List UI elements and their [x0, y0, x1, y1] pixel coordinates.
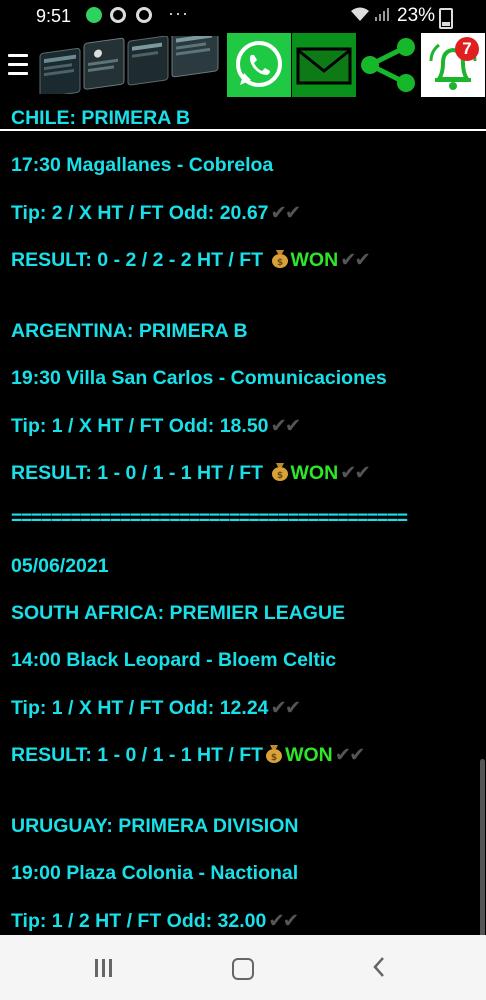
tip-line: Tip: 2 / X HT / FT Odd: 20.67 ✔✔ — [11, 201, 302, 225]
fixture-text: 19:00 Plaza Colonia - Nactional — [11, 862, 299, 884]
double-check-icon: ✔✔ — [270, 415, 302, 437]
app-bar: 7 — [0, 24, 486, 131]
notification-count-badge: 7 — [455, 37, 479, 61]
email-share-button[interactable] — [292, 33, 356, 97]
double-check-icon: ✔✔ — [340, 462, 371, 484]
result-line: RESULT: 1 - 0 / 1 - 1 HT / FT $ WON ✔✔ — [11, 461, 371, 485]
double-check-icon: ✔✔ — [270, 697, 302, 719]
svg-text:$: $ — [271, 753, 277, 763]
notification-o-icon — [110, 7, 126, 23]
double-check-icon: ✔✔ — [270, 202, 302, 224]
money-bag-icon: $ — [271, 250, 288, 268]
double-check-icon: ✔✔ — [340, 249, 371, 271]
separator-line: ======================================== — [11, 508, 408, 529]
tip-line: Tip: 1 / X HT / FT Odd: 18.50 ✔✔ — [11, 414, 302, 438]
svg-text:$: $ — [276, 258, 282, 268]
money-bag-icon: $ — [266, 745, 283, 763]
hamburger-menu-icon[interactable] — [8, 54, 28, 76]
tip-text: Tip: 1 / X HT / FT Odd: 18.50 — [11, 415, 269, 437]
share-button[interactable] — [356, 33, 420, 97]
notification-o-icon — [136, 7, 152, 23]
battery-icon — [439, 8, 453, 29]
won-status: WON — [285, 744, 333, 766]
status-time: 9:51 — [36, 6, 72, 26]
tips-feed[interactable]: CHILE: PRIMERA B 17:30 Magallanes - Cobr… — [0, 99, 486, 935]
mail-icon — [296, 47, 352, 85]
fixture-text: 17:30 Magallanes - Cobreloa — [11, 154, 274, 176]
won-status: WON — [290, 462, 339, 484]
tip-text: Tip: 1 / 2 HT / FT Odd: 32.00 — [11, 910, 267, 932]
league-title: URUGUAY: PRIMERA DIVISION — [11, 815, 299, 837]
home-icon[interactable] — [232, 958, 254, 980]
fixture-text: 14:00 Black Leopard - Bloem Celtic — [11, 649, 337, 671]
date-header: 05/06/2021 — [11, 555, 109, 577]
tip-text: Tip: 2 / X HT / FT Odd: 20.67 — [11, 202, 269, 224]
result-text: RESULT: 1 - 0 / 1 - 1 HT / FT — [11, 462, 264, 484]
whatsapp-icon — [86, 7, 102, 23]
more-dots-icon: ··· — [168, 3, 189, 23]
scrollbar-thumb[interactable] — [480, 759, 485, 935]
league-title: CHILE: PRIMERA B — [11, 107, 191, 129]
back-icon[interactable] — [370, 955, 390, 979]
system-nav-bar — [0, 935, 486, 1000]
double-check-icon: ✔✔ — [268, 910, 299, 932]
share-icon — [361, 38, 415, 92]
result-line: RESULT: 0 - 2 / 2 - 2 HT / FT $ WON ✔✔ — [11, 248, 371, 272]
recents-icon[interactable] — [95, 959, 117, 977]
whatsapp-icon — [236, 41, 282, 87]
status-bar: 9:51 ··· 23% — [0, 0, 486, 32]
result-text: RESULT: 1 - 0 / 1 - 1 HT / FT — [11, 744, 264, 766]
svg-text:$: $ — [276, 471, 282, 481]
money-bag-icon: $ — [271, 463, 288, 481]
battery-percentage: 23% — [397, 5, 436, 26]
tip-line: Tip: 1 / X HT / FT Odd: 12.24 ✔✔ — [11, 696, 302, 720]
league-title: ARGENTINA: PRIMERA B — [11, 320, 248, 342]
result-line: RESULT: 1 - 0 / 1 - 1 HT / FT $ WON ✔✔ — [11, 743, 366, 767]
app-screenshots-logo — [38, 24, 224, 98]
fixture-text: 19:30 Villa San Carlos - Comunicaciones — [11, 367, 387, 389]
tip-text: Tip: 1 / X HT / FT Odd: 12.24 — [11, 697, 269, 719]
notifications-button[interactable]: 7 — [421, 33, 485, 97]
wifi-icon — [350, 6, 370, 27]
tip-line: Tip: 1 / 2 HT / FT Odd: 32.00 ✔✔ — [11, 909, 299, 933]
league-title: SOUTH AFRICA: PREMIER LEAGUE — [11, 602, 346, 624]
result-text: RESULT: 0 - 2 / 2 - 2 HT / FT — [11, 249, 264, 271]
double-check-icon: ✔✔ — [334, 744, 366, 766]
signal-icon — [374, 6, 392, 25]
whatsapp-share-button[interactable] — [227, 33, 291, 97]
won-status: WON — [290, 249, 339, 271]
